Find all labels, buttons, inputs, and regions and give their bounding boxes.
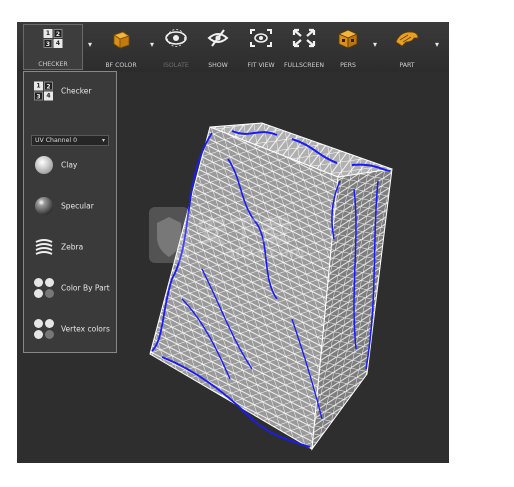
color-by-part-icon (34, 278, 54, 298)
menu-item-specular[interactable]: Specular (24, 191, 116, 221)
checker-icon: 1 2 3 4 (34, 81, 53, 101)
checker-num-2: 2 (53, 29, 63, 38)
show-button[interactable]: SHOW (200, 24, 236, 70)
part-button[interactable]: PART (389, 24, 425, 70)
bf-color-label: BF COLOR (105, 62, 137, 69)
menu-item-clay[interactable]: Clay (24, 150, 116, 180)
part-dropdown-icon[interactable]: ▾ (435, 40, 439, 49)
part-icon (395, 31, 419, 47)
fit-view-button[interactable]: FIT VIEW (241, 24, 281, 70)
menu-item-label: Color By Part (61, 283, 110, 293)
pers-dropdown-icon[interactable]: ▾ (373, 40, 377, 49)
menu-item-label: Vertex colors (61, 324, 110, 334)
checker-num-4: 4 (53, 39, 63, 48)
checker-num-2: 2 (44, 81, 53, 91)
menu-item-zebra[interactable]: Zebra (24, 232, 116, 262)
uv-channel-select[interactable]: UV Channel 0 ▾ (31, 135, 109, 146)
zebra-stripes-icon (35, 239, 53, 255)
menu-item-checker[interactable]: 1 2 3 4 Checker (24, 76, 116, 106)
isolate-label: ISOLATE (163, 62, 189, 69)
fullscreen-label: FULLSCREEN (284, 62, 324, 69)
perspective-button[interactable]: PERS (333, 24, 363, 70)
checker-dropdown-menu: 1 2 3 4 Checker UV Channel 0 ▾ Clay Spec… (23, 71, 117, 353)
fullscreen-button[interactable]: FULLSCREEN (281, 24, 327, 70)
menu-item-label: Specular (61, 201, 94, 211)
show-label: SHOW (208, 62, 228, 69)
vertex-colors-icon (34, 319, 54, 339)
isolate-eye-icon (165, 29, 187, 47)
menu-item-vertex-colors[interactable]: Vertex colors (24, 314, 116, 344)
menu-item-color-by-part[interactable]: Color By Part (24, 273, 116, 303)
perspective-cube-icon (338, 29, 358, 49)
bf-color-cube-icon (113, 31, 130, 49)
checker-num-3: 3 (34, 91, 43, 101)
part-label: PART (399, 62, 415, 69)
checker-button[interactable]: 1 2 3 4 CHECKER (23, 24, 83, 70)
uv-channel-value: UV Channel 0 (35, 137, 78, 144)
chevron-down-icon: ▾ (101, 137, 105, 144)
watermark-subtext: anxz.com (225, 243, 305, 261)
menu-item-label: Clay (61, 160, 78, 170)
checker-dropdown-icon[interactable]: ▾ (88, 40, 92, 49)
checker-num-1: 1 (34, 81, 43, 91)
checker-num-1: 1 (43, 29, 53, 38)
watermark-shield-icon (149, 207, 189, 263)
show-hide-eye-icon (207, 29, 229, 47)
fit-view-label: FIT VIEW (247, 62, 275, 69)
viewer-toolbar: 1 2 3 4 CHECKER ▾ BF COLOR ▾ ISOLATE SHO… (17, 22, 449, 72)
pers-label: PERS (340, 62, 356, 69)
fullscreen-icon (292, 28, 316, 48)
checker-icon: 1 2 3 4 (43, 29, 63, 48)
wireframe-mesh[interactable] (142, 119, 412, 459)
checker-num-3: 3 (43, 39, 53, 48)
bf-color-button[interactable]: BF COLOR (99, 24, 143, 70)
checker-num-4: 4 (44, 91, 53, 101)
menu-item-label: Zebra (61, 242, 84, 252)
isolate-button[interactable]: ISOLATE (156, 24, 196, 70)
specular-sphere-icon (35, 197, 53, 215)
checker-label: CHECKER (38, 61, 68, 68)
3d-viewport[interactable]: 安下载 anxz.com 1 2 3 4 CHECKER ▾ BF COLOR … (17, 22, 449, 463)
menu-item-label: Checker (61, 86, 92, 96)
bf-color-dropdown-icon[interactable]: ▾ (150, 40, 154, 49)
fit-view-icon (250, 29, 272, 47)
clay-sphere-icon (35, 156, 53, 174)
